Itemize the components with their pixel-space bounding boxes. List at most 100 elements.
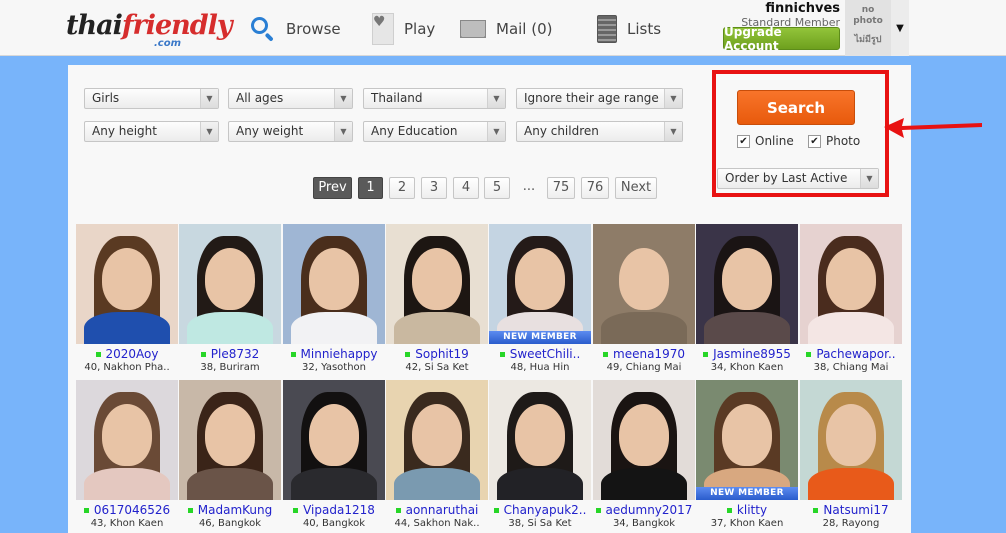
photo-checkbox[interactable]: ✔ Photo [808,134,860,148]
profile-card[interactable]: Chanyapuk2.. 38, Si Sa Ket [489,380,591,530]
profile-photo[interactable] [593,224,695,344]
username[interactable]: finnichves [741,2,840,16]
annotation-arrow-icon [884,118,982,138]
photo-face [515,404,565,466]
page-1-button[interactable]: 1 [358,177,383,199]
page-5-button[interactable]: 5 [484,177,510,199]
children-select[interactable]: Any children ▼ [516,121,683,142]
profile-photo[interactable] [386,380,488,500]
age-range-select[interactable]: Ignore their age range ▼ [516,88,683,109]
page-3-button[interactable]: 3 [421,177,447,199]
photo-face [102,248,152,310]
profile-photo[interactable] [696,224,798,344]
profile-card[interactable]: NEW MEMBER klitty 37, Khon Kaen [696,380,798,530]
select-value: Thailand [371,91,423,105]
online-status-icon [95,352,101,357]
profile-photo[interactable] [489,380,591,500]
height-select[interactable]: Any height ▼ [84,121,219,142]
nav-lists-label: Lists [627,20,662,38]
profile-photo[interactable] [179,380,281,500]
page-2-button[interactable]: 2 [389,177,415,199]
profile-photo[interactable] [593,380,695,500]
user-menu-dropdown[interactable]: ▼ [891,0,909,56]
gender-select[interactable]: Girls ▼ [84,88,219,109]
photo-body [187,468,273,500]
profile-username-link[interactable]: Ple8732 [179,347,281,361]
profile-username-link[interactable]: Minniehappy [283,347,385,361]
profile-photo[interactable] [800,224,902,344]
profile-photo[interactable] [179,224,281,344]
dropdown-arrow-icon: ▼ [487,122,505,141]
profile-username-link[interactable]: Sophit19 [386,347,488,361]
profile-username-link[interactable]: MadamKung [179,503,281,517]
profile-username-link[interactable]: Jasmine8955 [696,347,798,361]
profile-username-link[interactable]: Pachewapor.. [800,347,902,361]
profile-username-link[interactable]: meena1970 [593,347,695,361]
nav-browse[interactable]: Browse [250,14,341,44]
profile-card[interactable]: aonnaruthai 44, Sakhon Nak.. [386,380,488,530]
profile-photo[interactable] [76,224,178,344]
profile-photo[interactable] [800,380,902,500]
profile-card[interactable]: MadamKung 46, Bangkok [179,380,281,530]
profile-card[interactable]: Minniehappy 32, Yasothon [283,224,385,374]
search-button[interactable]: Search [737,90,855,125]
profile-age-location: 48, Hua Hin [510,362,570,373]
photo-face [102,404,152,466]
profile-card[interactable]: Sophit19 42, Si Sa Ket [386,224,488,374]
profile-card[interactable]: aedumny2017 34, Bangkok [593,380,695,530]
profile-username-link[interactable]: aedumny2017 [593,503,695,517]
next-page-button[interactable]: Next [615,177,657,199]
online-checkbox[interactable]: ✔ Online [737,134,794,148]
profile-photo[interactable] [386,224,488,344]
profile-card[interactable]: Pachewapor.. 38, Chiang Mai [800,224,902,374]
profile-card[interactable]: meena1970 49, Chiang Mai [593,224,695,374]
photo-face [826,404,876,466]
photo-face [515,248,565,310]
profile-card[interactable]: Vipada1218 40, Bangkok [283,380,385,530]
weight-select[interactable]: Any weight ▼ [228,121,353,142]
online-status-icon [83,508,89,513]
profile-photo[interactable] [283,224,385,344]
profile-username-link[interactable]: klitty [696,503,798,517]
profile-photo[interactable] [76,380,178,500]
dropdown-arrow-icon: ▼ [664,89,682,108]
dropdown-arrow-icon: ▼ [334,122,352,141]
profile-username-link[interactable]: aonnaruthai [386,503,488,517]
avatar-text-photo: photo [853,16,883,26]
country-select[interactable]: Thailand ▼ [363,88,506,109]
profile-card[interactable]: Natsumi17 28, Rayong [800,380,902,530]
profile-username-link[interactable]: SweetChili.. [489,347,591,361]
profile-card[interactable]: Ple8732 38, Buriram [179,224,281,374]
profile-card[interactable]: 2020Aoy 40, Nakhon Pha.. [76,224,178,374]
page-75-button[interactable]: 75 [547,177,575,199]
avatar[interactable]: no photo ไม่มีรูป [845,0,891,56]
nav-play[interactable]: ♥ Play [372,13,435,45]
photo-body [808,312,894,344]
notepad-icon [597,15,617,43]
nav-lists[interactable]: Lists [597,14,661,44]
profile-card[interactable]: 0617046526 43, Khon Kaen [76,380,178,530]
profile-photo[interactable]: NEW MEMBER [489,224,591,344]
profile-photo[interactable] [283,380,385,500]
upgrade-account-button[interactable]: Upgrade Account [723,25,840,53]
photo-face [412,248,462,310]
profile-username-link[interactable]: 2020Aoy [76,347,178,361]
profile-username-link[interactable]: Natsumi17 [800,503,902,517]
playing-card-icon: ♥ [372,13,394,45]
thaifriendly-logo[interactable]: thaifriendly .com [66,10,233,50]
profile-username-link[interactable]: 0617046526 [76,503,178,517]
page-76-button[interactable]: 76 [581,177,609,199]
education-select[interactable]: Any Education ▼ [363,121,506,142]
profile-username-link[interactable]: Vipada1218 [283,503,385,517]
nav-mail[interactable]: Mail (0) [460,14,552,44]
prev-page-button[interactable]: Prev [313,177,352,199]
avatar-text-no: no [861,5,875,15]
profile-photo[interactable]: NEW MEMBER [696,380,798,500]
order-by-select[interactable]: Order by Last Active ▼ [717,168,879,189]
profile-card[interactable]: Jasmine8955 34, Khon Kaen [696,224,798,374]
profile-card[interactable]: NEW MEMBER SweetChili.. 48, Hua Hin [489,224,591,374]
select-value: Any Education [371,124,458,138]
profile-username-link[interactable]: Chanyapuk2.. [489,503,591,517]
page-4-button[interactable]: 4 [453,177,479,199]
age-select[interactable]: All ages ▼ [228,88,353,109]
